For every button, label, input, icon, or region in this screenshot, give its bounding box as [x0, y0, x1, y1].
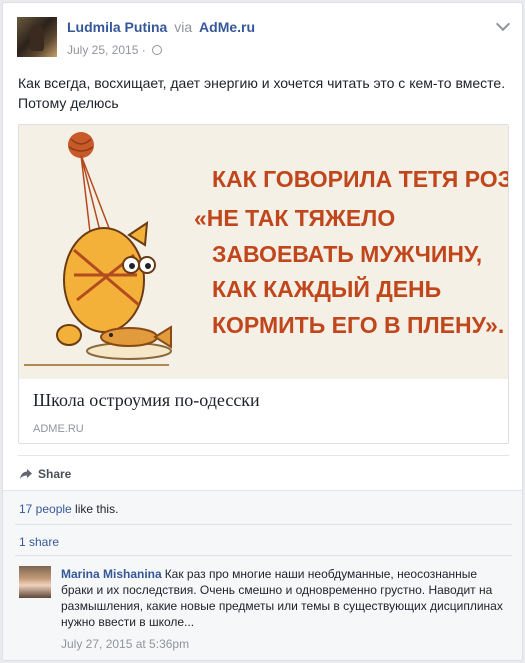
quote-line-4: КАК КАЖДЫЙ ДЕНЬ: [212, 275, 441, 302]
page-link[interactable]: AdMe.ru: [199, 19, 255, 35]
attachment-domain: ADME.RU: [33, 423, 84, 435]
quote-line-1: КАК ГОВОРИЛА ТЕТЯ РОЗА:: [212, 166, 508, 192]
share-icon: [20, 469, 32, 479]
likes-suffix: like this.: [71, 502, 119, 516]
attachment-title[interactable]: Школа остроумия по-одесски: [33, 390, 260, 411]
post-meta: July 25, 2015 ·: [67, 43, 163, 57]
commenter-name[interactable]: Marina Mishanina: [61, 567, 162, 581]
comment-time[interactable]: July 27, 2015 at 5:36pm: [61, 636, 509, 652]
post-card: Ludmila Putina via AdMe.ru July 25, 2015…: [2, 2, 523, 661]
commenter-avatar[interactable]: [19, 566, 51, 598]
author-line: Ludmila Putina via AdMe.ru: [67, 19, 255, 35]
post-header: Ludmila Putina via AdMe.ru July 25, 2015…: [17, 15, 511, 61]
likes-summary: 17 people like this.: [19, 502, 118, 516]
author-name[interactable]: Ludmila Putina: [67, 19, 167, 35]
link-attachment[interactable]: КАК ГОВОРИЛА ТЕТЯ РОЗА: «НЕ ТАК ТЯЖЕЛО З…: [18, 124, 509, 444]
feedback-section: 17 people like this. 1 share Marina Mish…: [3, 490, 522, 660]
comment-body: Marina Mishanina Как раз про многие наши …: [61, 566, 509, 652]
action-bar: Share: [18, 455, 509, 491]
author-avatar[interactable]: [17, 17, 57, 57]
quote-line-2: «НЕ ТАК ТЯЖЕЛО: [194, 205, 395, 231]
share-label: Share: [38, 467, 72, 481]
share-button[interactable]: Share: [20, 467, 71, 481]
quote-line-3: ЗАВОЕВАТЬ МУЖЧИНУ,: [212, 241, 482, 267]
quote-line-5: КОРМИТЬ ЕГО В ПЛЕНУ».: [212, 312, 504, 338]
divider: [15, 524, 512, 525]
globe-icon[interactable]: [152, 45, 163, 55]
likes-link[interactable]: 17 people: [19, 502, 72, 516]
via-text: via: [174, 19, 193, 35]
chevron-down-icon[interactable]: [495, 16, 511, 32]
post-date[interactable]: July 25, 2015: [67, 43, 138, 57]
post-text: Как всегда, восхищает, дает энергию и хо…: [18, 75, 506, 111]
divider: [15, 555, 512, 556]
shares-link[interactable]: 1 share: [19, 535, 59, 549]
attachment-image: КАК ГОВОРИЛА ТЕТЯ РОЗА: «НЕ ТАК ТЯЖЕЛО З…: [19, 125, 508, 379]
